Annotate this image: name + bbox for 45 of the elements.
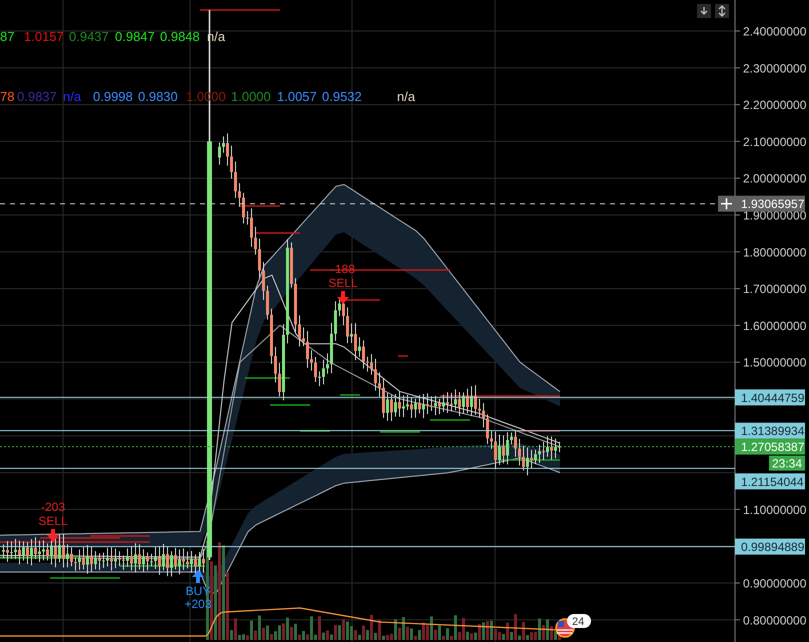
- indicator-value: 0.9437: [69, 29, 109, 44]
- axis-label: 1.80000000: [743, 245, 806, 260]
- indicator-value: 0.9837: [17, 89, 57, 104]
- countdown-tag: 23:34: [769, 456, 805, 471]
- axis-label: 2.20000000: [743, 98, 806, 112]
- indicator-value: 0.9998: [93, 89, 133, 104]
- indicator-value: 1.0157: [24, 29, 64, 44]
- indicator-value: 1.0000: [231, 89, 271, 104]
- indicator-value: n/a: [397, 89, 416, 104]
- trade-amount: -203: [40, 500, 66, 514]
- scroll-down-button[interactable]: [697, 4, 711, 18]
- indicator-value: 1.0057: [277, 89, 317, 104]
- trade-label: SELL: [38, 514, 68, 528]
- price-tag: 1.40444759: [735, 389, 805, 406]
- indicator-value: n/a: [63, 89, 82, 104]
- sell-arrow-icon: [47, 529, 59, 542]
- indicator-value: 78: [0, 89, 14, 104]
- indicator-value: 0.9532: [322, 89, 362, 104]
- event-badge: 24: [567, 614, 591, 628]
- indicator-value: 0.9847: [115, 29, 155, 44]
- axis-label: 1.70000000: [743, 282, 806, 296]
- indicator-value: 0.9848: [160, 29, 200, 44]
- trade-label: SELL: [328, 276, 358, 290]
- axis-label: 0.90000000: [743, 576, 806, 590]
- axis-label: 1.50000000: [743, 356, 806, 370]
- indicator-value: 0.9830: [138, 89, 178, 104]
- price-tag: 1.21154044: [735, 473, 805, 490]
- price-tag: 0.99894889: [735, 538, 805, 555]
- axis-label: 1.60000000: [743, 318, 806, 333]
- trade-label: BUY: [186, 584, 210, 598]
- axis-label: 2.30000000: [743, 61, 806, 76]
- price-tag: 1.31389934: [735, 422, 805, 439]
- axis-label: 2.00000000: [743, 172, 806, 186]
- buy-arrow-icon: [192, 570, 204, 583]
- indicator-value: 87: [0, 29, 14, 44]
- axis-label: 0.80000000: [743, 613, 806, 628]
- price-tag: 1.93065957: [735, 196, 805, 212]
- price-tag: 1.27058387: [735, 438, 805, 455]
- axis-label: 1.10000000: [743, 502, 806, 517]
- trade-amount: +203: [184, 597, 212, 611]
- axis-label: 2.40000000: [743, 24, 806, 38]
- crosshair-icon: [718, 196, 735, 212]
- scale-button[interactable]: [715, 4, 729, 18]
- sell-arrow-icon: [337, 291, 349, 304]
- axis-label: 2.10000000: [743, 134, 806, 149]
